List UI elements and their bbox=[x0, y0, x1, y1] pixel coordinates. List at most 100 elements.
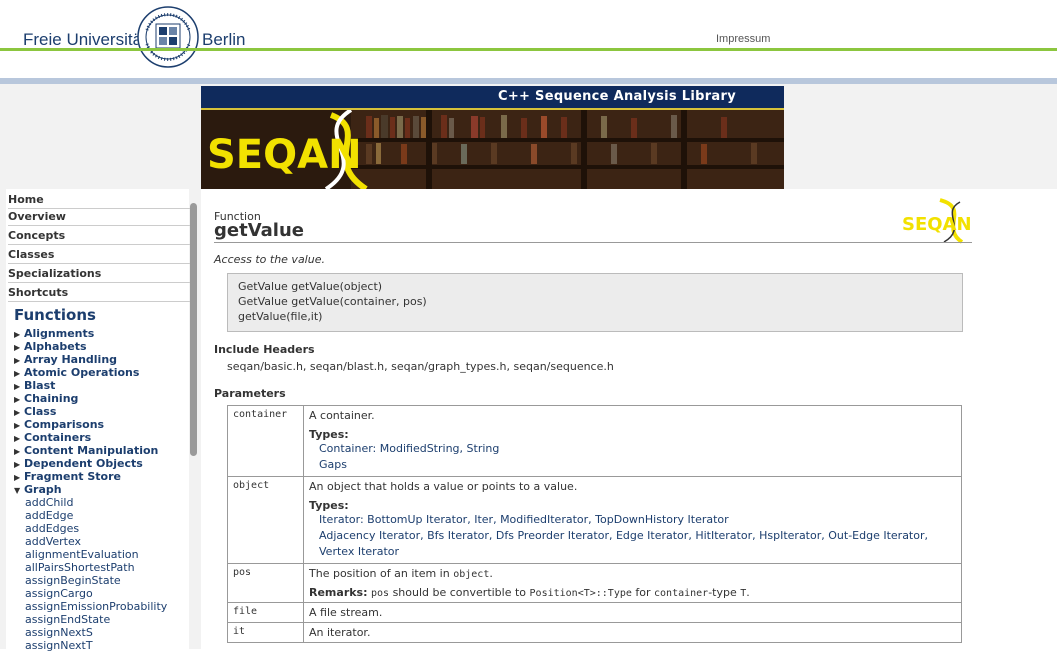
seqan-logo-text: SEQAN bbox=[207, 132, 362, 178]
table-row: file A file stream. bbox=[227, 602, 962, 623]
nav-overview[interactable]: Overview bbox=[8, 210, 190, 226]
expand-triangle-icon: ▶ bbox=[14, 343, 21, 352]
param-remarks: Remarks: pos should be convertible to Po… bbox=[309, 586, 956, 599]
param-description: A file stream. bbox=[303, 602, 962, 623]
nav-fn-assigncargo[interactable]: assignCargo bbox=[25, 587, 93, 600]
category-label: Dependent Objects bbox=[24, 457, 143, 470]
category-label: Alignments bbox=[24, 327, 95, 340]
table-row: pos The position of an item in object. R… bbox=[227, 563, 962, 603]
type-link[interactable]: ModifiedIterator bbox=[500, 513, 588, 526]
category-containers[interactable]: ▶ Containers bbox=[14, 431, 91, 444]
category-chaining[interactable]: ▶ Chaining bbox=[14, 392, 78, 405]
category-alignments[interactable]: ▶ Alignments bbox=[14, 327, 94, 340]
table-row: object An object that holds a value or p… bbox=[227, 476, 962, 564]
type-link[interactable]: Iter bbox=[474, 513, 493, 526]
library-banner-image: SEQAN bbox=[201, 110, 784, 189]
impressum-link[interactable]: Impressum bbox=[716, 33, 770, 45]
param-name: file bbox=[227, 602, 304, 623]
signature-line: GetValue getValue(container, pos) bbox=[238, 295, 427, 308]
nav-fn-addedge[interactable]: addEdge bbox=[25, 509, 73, 522]
nav-specializations[interactable]: Specializations bbox=[8, 267, 190, 283]
category-blast[interactable]: ▶ Blast bbox=[14, 379, 55, 392]
remarks-text: should be convertible to bbox=[392, 586, 527, 599]
nav-shortcuts[interactable]: Shortcuts bbox=[8, 286, 190, 302]
desc-text: The position of an item in bbox=[309, 567, 450, 580]
expand-triangle-icon: ▶ bbox=[14, 460, 21, 469]
nav-fn-assignendstate[interactable]: assignEndState bbox=[25, 613, 110, 626]
remarks-text: for bbox=[635, 586, 651, 599]
category-dependent-objects[interactable]: ▶ Dependent Objects bbox=[14, 457, 143, 470]
category-label: Content Manipulation bbox=[24, 444, 159, 457]
remarks-text: -type bbox=[708, 586, 737, 599]
banner-title: C++ Sequence Analysis Library bbox=[497, 89, 736, 104]
nav-fn-addchild[interactable]: addChild bbox=[25, 496, 73, 509]
nav-fn-allpairsshortestpath[interactable]: allPairsShortestPath bbox=[25, 561, 135, 574]
page-title: getValue bbox=[214, 220, 304, 241]
type-link[interactable]: HspIterator bbox=[759, 529, 821, 542]
param-name: it bbox=[227, 622, 304, 643]
category-class[interactable]: ▶ Class bbox=[14, 405, 56, 418]
expand-triangle-icon: ▶ bbox=[14, 473, 21, 482]
category-array-handling[interactable]: ▶ Array Handling bbox=[14, 353, 117, 366]
nav-concepts[interactable]: Concepts bbox=[8, 229, 190, 245]
param-name: object bbox=[227, 476, 304, 564]
desc-text: . bbox=[489, 567, 493, 580]
param-description: An iterator. bbox=[303, 622, 962, 643]
category-label: Array Handling bbox=[24, 353, 118, 366]
nav-classes[interactable]: Classes bbox=[8, 248, 190, 264]
functions-heading: Functions bbox=[14, 306, 96, 324]
nav-fn-assignnexts[interactable]: assignNextS bbox=[25, 626, 93, 639]
banner-bar: C++ Sequence Analysis Library bbox=[201, 86, 784, 110]
type-link[interactable]: Edge Iterator bbox=[616, 529, 688, 542]
signature-line: GetValue getValue(object) bbox=[238, 280, 383, 293]
type-link[interactable]: Bfs Iterator bbox=[427, 529, 489, 542]
nav-fn-assignemissionprobability[interactable]: assignEmissionProbability bbox=[25, 600, 167, 613]
small-logo-text: SEQAN bbox=[902, 214, 972, 235]
expand-triangle-icon: ▶ bbox=[14, 408, 21, 417]
nav-home[interactable]: Home bbox=[8, 193, 190, 209]
type-link[interactable]: Container: ModifiedString bbox=[319, 442, 460, 455]
remarks-code: container bbox=[654, 588, 709, 599]
title-divider bbox=[214, 242, 972, 243]
nav-fn-addvertex[interactable]: addVertex bbox=[25, 535, 81, 548]
site-header: Freie Universität Berlin Impressum bbox=[0, 0, 1057, 78]
nav-fn-assignnextt[interactable]: assignNextT bbox=[25, 639, 93, 652]
category-content-manipulation[interactable]: ▶ Content Manipulation bbox=[14, 444, 158, 457]
table-row: it An iterator. bbox=[227, 622, 962, 643]
category-label: Containers bbox=[24, 431, 92, 444]
expand-triangle-icon: ▶ bbox=[14, 447, 21, 456]
desc-code: object bbox=[453, 569, 490, 580]
param-name: container bbox=[227, 405, 304, 477]
type-link[interactable]: Out-Edge Iterator bbox=[828, 529, 924, 542]
nav-fn-alignmentevaluation[interactable]: alignmentEvaluation bbox=[25, 548, 139, 561]
type-link[interactable]: Vertex Iterator bbox=[319, 545, 399, 558]
category-label: Class bbox=[24, 405, 57, 418]
type-link[interactable]: Adjacency Iterator bbox=[319, 529, 420, 542]
expand-triangle-icon: ▶ bbox=[14, 330, 21, 339]
param-description: The position of an item in object. bbox=[309, 567, 956, 580]
type-link[interactable]: Gaps bbox=[319, 458, 347, 471]
expand-triangle-icon: ▶ bbox=[14, 382, 21, 391]
type-link[interactable]: String bbox=[467, 442, 500, 455]
param-description: An object that holds a value or points t… bbox=[309, 480, 578, 493]
type-link[interactable]: HitIterator bbox=[695, 529, 752, 542]
category-comparisons[interactable]: ▶ Comparisons bbox=[14, 418, 104, 431]
expand-triangle-icon: ▶ bbox=[14, 395, 21, 404]
type-link[interactable]: Dfs Preorder Iterator bbox=[496, 529, 609, 542]
nav-fn-addedges[interactable]: addEdges bbox=[25, 522, 79, 535]
expand-triangle-icon: ▶ bbox=[14, 434, 21, 443]
category-fragment-store[interactable]: ▶ Fragment Store bbox=[14, 470, 121, 483]
category-label: Graph bbox=[24, 483, 62, 496]
include-headers-heading: Include Headers bbox=[214, 343, 315, 356]
sidebar-scrollbar[interactable] bbox=[190, 203, 197, 456]
remarks-code: pos bbox=[371, 588, 390, 599]
category-alphabets[interactable]: ▶ Alphabets bbox=[14, 340, 87, 353]
nav-fn-assignbeginstate[interactable]: assignBeginState bbox=[25, 574, 121, 587]
include-headers-list: seqan/basic.h, seqan/blast.h, seqan/grap… bbox=[227, 360, 614, 373]
param-name: pos bbox=[227, 563, 304, 603]
category-graph[interactable]: ▼ Graph bbox=[14, 483, 62, 496]
type-link[interactable]: TopDownHistory Iterator bbox=[595, 513, 729, 526]
remarks-text: . bbox=[746, 586, 750, 599]
category-atomic-operations[interactable]: ▶ Atomic Operations bbox=[14, 366, 139, 379]
type-link[interactable]: Iterator: BottomUp Iterator bbox=[319, 513, 467, 526]
